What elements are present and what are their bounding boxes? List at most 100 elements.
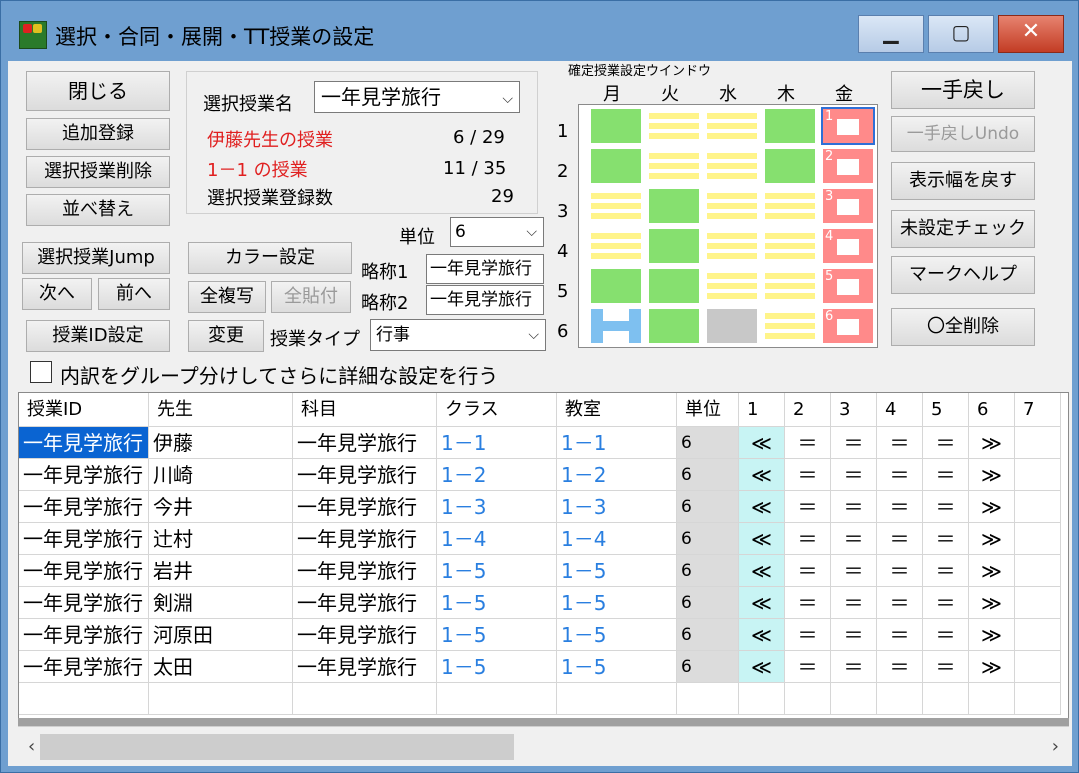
period-cell[interactable]: ＝: [923, 459, 969, 491]
period-cell[interactable]: ＝: [831, 651, 877, 683]
timetable-cell[interactable]: [707, 149, 757, 183]
table-cell[interactable]: 1－5: [557, 555, 677, 587]
table-cell[interactable]: 6: [677, 587, 739, 619]
timetable-cell[interactable]: [591, 229, 641, 263]
period-cell[interactable]: ＝: [831, 587, 877, 619]
unset-check-button[interactable]: 未設定チェック: [891, 210, 1035, 248]
column-header[interactable]: 授業ID: [19, 393, 149, 427]
empty-cell[interactable]: [923, 683, 969, 715]
period-cell[interactable]: ≫: [969, 459, 1015, 491]
period-cell[interactable]: ＝: [923, 587, 969, 619]
table-cell[interactable]: 一年見学旅行: [19, 459, 149, 491]
mark-help-button[interactable]: マークヘルプ: [891, 256, 1035, 294]
timetable-cell[interactable]: [765, 229, 815, 263]
prev-button[interactable]: 前へ: [98, 278, 170, 310]
period-cell[interactable]: ＝: [923, 427, 969, 459]
table-cell[interactable]: 一年見学旅行: [19, 427, 149, 459]
add-button[interactable]: 追加登録: [26, 118, 170, 150]
table-cell[interactable]: 一年見学旅行: [293, 651, 437, 683]
empty-cell[interactable]: [877, 683, 923, 715]
column-header[interactable]: クラス: [437, 393, 557, 427]
period-cell[interactable]: ＝: [785, 587, 831, 619]
timetable-cell[interactable]: [649, 109, 699, 143]
period-cell[interactable]: ＝: [923, 523, 969, 555]
timetable-cell[interactable]: 5: [823, 269, 873, 303]
period-cell[interactable]: ≫: [969, 555, 1015, 587]
table-cell[interactable]: 川崎: [149, 459, 293, 491]
scroll-thumb[interactable]: [40, 734, 514, 760]
period-cell[interactable]: ＝: [831, 523, 877, 555]
sort-button[interactable]: 並べ替え: [26, 194, 170, 226]
table-cell[interactable]: 1－3: [557, 491, 677, 523]
timetable-cell[interactable]: [649, 229, 699, 263]
paste-all-button[interactable]: 全貼付: [271, 281, 351, 313]
delete-selected-button[interactable]: 選択授業削除: [26, 156, 170, 188]
timetable-cell[interactable]: [649, 149, 699, 183]
table-cell[interactable]: 一年見学旅行: [293, 491, 437, 523]
empty-cell[interactable]: [739, 683, 785, 715]
table-cell[interactable]: 6: [677, 651, 739, 683]
period-cell[interactable]: ≪: [739, 651, 785, 683]
timetable-cell[interactable]: [649, 309, 699, 343]
empty-cell[interactable]: [293, 683, 437, 715]
timetable-cell[interactable]: [649, 269, 699, 303]
period-cell[interactable]: [1015, 491, 1061, 523]
timetable-cell[interactable]: [765, 189, 815, 223]
period-cell[interactable]: ＝: [831, 491, 877, 523]
undo-button[interactable]: 一手戻し: [891, 71, 1035, 109]
period-cell[interactable]: [1015, 459, 1061, 491]
delete-all-button[interactable]: 〇全削除: [891, 308, 1035, 346]
empty-cell[interactable]: [149, 683, 293, 715]
period-cell[interactable]: ＝: [877, 651, 923, 683]
period-cell[interactable]: ＝: [831, 619, 877, 651]
period-cell[interactable]: ＝: [785, 491, 831, 523]
period-cell[interactable]: [1015, 651, 1061, 683]
table-cell[interactable]: 6: [677, 523, 739, 555]
jump-button[interactable]: 選択授業Jump: [22, 242, 170, 274]
column-header[interactable]: 先生: [149, 393, 293, 427]
column-header[interactable]: 教室: [557, 393, 677, 427]
period-cell[interactable]: [1015, 619, 1061, 651]
period-cell[interactable]: ≪: [739, 459, 785, 491]
scroll-right-icon[interactable]: ›: [1052, 736, 1059, 757]
period-cell[interactable]: ＝: [785, 459, 831, 491]
period-cell[interactable]: ＝: [877, 555, 923, 587]
timetable-cell[interactable]: [649, 189, 699, 223]
period-cell[interactable]: [1015, 587, 1061, 619]
table-cell[interactable]: 1－2: [557, 459, 677, 491]
period-cell[interactable]: ＝: [831, 427, 877, 459]
timetable-cell[interactable]: [707, 189, 757, 223]
period-cell[interactable]: [1015, 427, 1061, 459]
table-cell[interactable]: 剣淵: [149, 587, 293, 619]
table-cell[interactable]: 1－5: [437, 619, 557, 651]
class-type-select[interactable]: 行事 ⌵: [370, 319, 546, 351]
table-cell[interactable]: 一年見学旅行: [293, 523, 437, 555]
column-header[interactable]: 1: [739, 393, 785, 427]
timetable-cell[interactable]: 2: [823, 149, 873, 183]
period-cell[interactable]: ≫: [969, 523, 1015, 555]
timetable-cell[interactable]: [707, 109, 757, 143]
table-cell[interactable]: 一年見学旅行: [293, 459, 437, 491]
period-cell[interactable]: ≪: [739, 427, 785, 459]
table-cell[interactable]: 1－5: [437, 555, 557, 587]
timetable-cell[interactable]: 6: [823, 309, 873, 343]
table-cell[interactable]: 6: [677, 459, 739, 491]
period-cell[interactable]: ＝: [785, 555, 831, 587]
timetable-cell[interactable]: 3: [823, 189, 873, 223]
timetable-cell[interactable]: [591, 269, 641, 303]
table-cell[interactable]: 1－1: [437, 427, 557, 459]
unit-select[interactable]: 6 ⌵: [450, 217, 544, 247]
column-header[interactable]: 6: [969, 393, 1015, 427]
empty-cell[interactable]: [437, 683, 557, 715]
period-cell[interactable]: ≪: [739, 587, 785, 619]
table-cell[interactable]: 6: [677, 491, 739, 523]
table-cell[interactable]: 1－4: [437, 523, 557, 555]
timetable-cell[interactable]: [591, 149, 641, 183]
table-cell[interactable]: 一年見学旅行: [19, 587, 149, 619]
reset-width-button[interactable]: 表示幅を戻す: [891, 162, 1035, 200]
horizontal-scrollbar[interactable]: ‹ ›: [18, 726, 1069, 766]
period-cell[interactable]: ＝: [877, 619, 923, 651]
period-cell[interactable]: ≪: [739, 619, 785, 651]
table-cell[interactable]: 一年見学旅行: [293, 427, 437, 459]
timetable-cell[interactable]: 1: [821, 107, 875, 145]
